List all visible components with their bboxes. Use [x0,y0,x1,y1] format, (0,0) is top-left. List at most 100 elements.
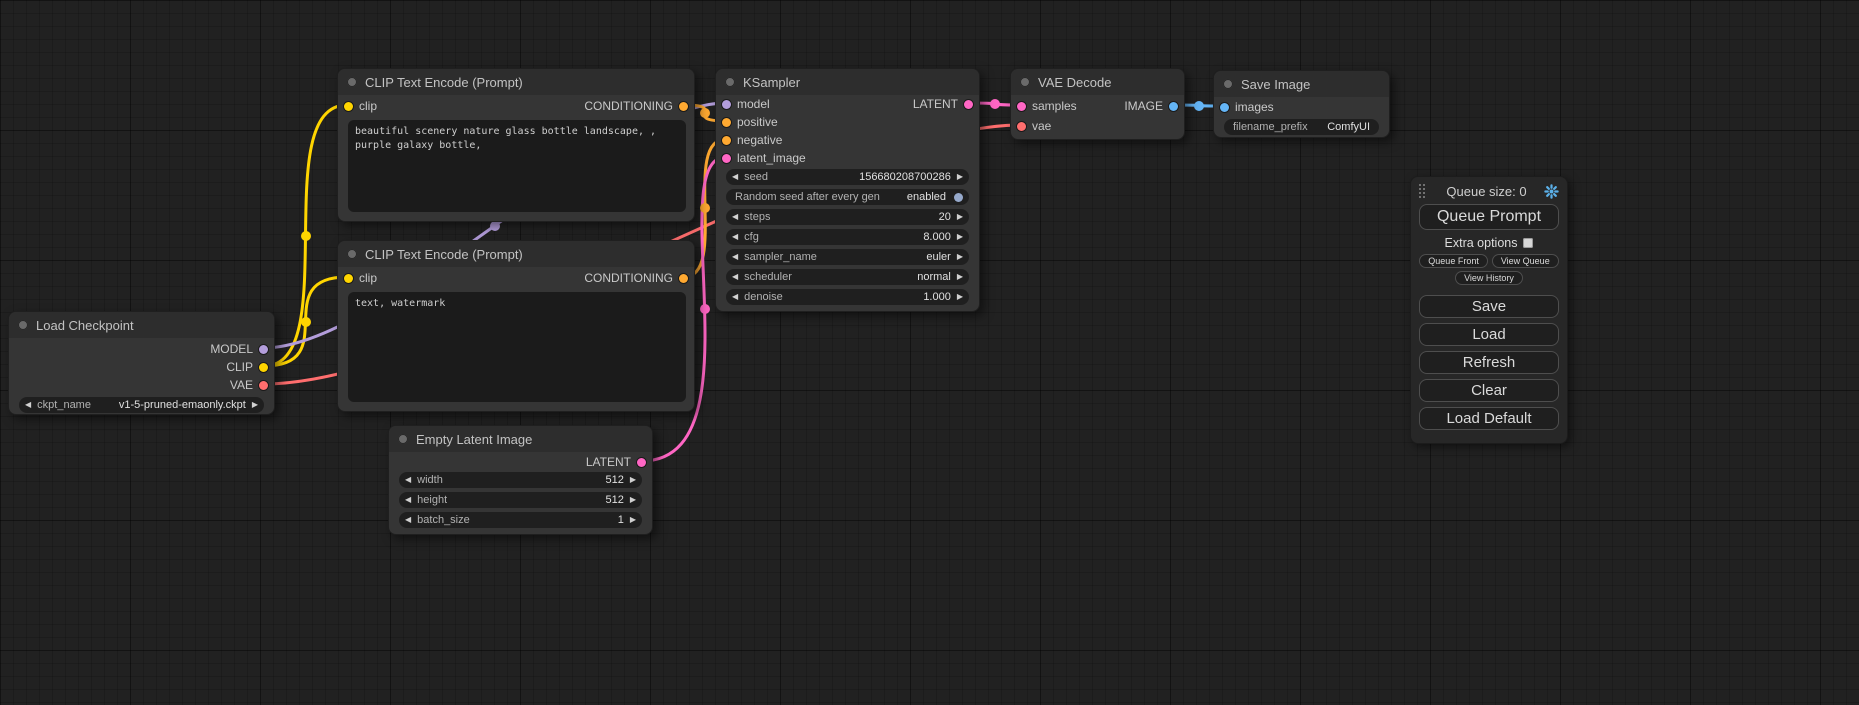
drag-handle-icon[interactable] [1419,184,1425,198]
image-slot-dot-icon[interactable] [1220,103,1229,112]
node-empty-latent-image[interactable]: Empty Latent Image LATENT ◀ width 512 ▶ … [388,425,653,535]
output-slot-conditioning[interactable]: CONDITIONING [584,271,688,285]
vae-slot-dot-icon[interactable] [1017,122,1026,131]
positive-prompt-textarea[interactable]: beautiful scenery nature glass bottle la… [348,120,686,212]
increment-arrow-icon[interactable]: ▶ [957,173,963,181]
clear-button[interactable]: Clear [1419,379,1559,402]
input-slot-model[interactable]: model [722,97,770,111]
collapse-dot-icon[interactable] [1020,77,1030,87]
collapse-dot-icon[interactable] [347,249,357,259]
decrement-arrow-icon[interactable]: ◀ [732,173,738,181]
collapse-dot-icon[interactable] [1223,79,1233,89]
output-slot-vae[interactable]: VAE [230,378,268,392]
output-slot-conditioning[interactable]: CONDITIONING [584,99,688,113]
decrement-arrow-icon[interactable]: ◀ [405,496,411,504]
increment-arrow-icon[interactable]: ▶ [957,293,963,301]
decrement-arrow-icon[interactable]: ◀ [732,233,738,241]
decrement-arrow-icon[interactable]: ◀ [732,273,738,281]
widget-width[interactable]: ◀ width 512 ▶ [399,472,642,488]
widget-sampler-name[interactable]: ◀ sampler_name euler ▶ [726,249,969,265]
view-queue-button[interactable]: View Queue [1492,254,1559,268]
conditioning-slot-dot-icon[interactable] [722,118,731,127]
increment-arrow-icon[interactable]: ▶ [630,476,636,484]
node-title-bar[interactable]: Load Checkpoint [9,312,274,338]
node-title-bar[interactable]: Save Image [1214,71,1389,97]
decrement-arrow-icon[interactable]: ◀ [405,516,411,524]
output-slot-latent[interactable]: LATENT [586,455,646,469]
latent-slot-dot-icon[interactable] [1017,102,1026,111]
vae-slot-dot-icon[interactable] [259,381,268,390]
decrement-arrow-icon[interactable]: ◀ [732,253,738,261]
extra-options-checkbox[interactable] [1523,238,1533,248]
decrement-arrow-icon[interactable]: ◀ [405,476,411,484]
node-save-image[interactable]: Save Image images filename_prefix ComfyU… [1213,70,1390,138]
collapse-dot-icon[interactable] [725,77,735,87]
widget-scheduler[interactable]: ◀ scheduler normal ▶ [726,269,969,285]
output-slot-latent[interactable]: LATENT [913,97,973,111]
node-title-bar[interactable]: Empty Latent Image [389,426,652,452]
input-slot-latent-image[interactable]: latent_image [722,151,806,165]
node-load-checkpoint[interactable]: Load Checkpoint MODEL CLIP VAE ◀ ckpt_na… [8,311,275,415]
input-slot-samples[interactable]: samples [1017,99,1077,113]
latent-slot-dot-icon[interactable] [637,458,646,467]
widget-random-seed-toggle[interactable]: Random seed after every gen enabled [726,189,969,205]
input-slot-vae[interactable]: vae [1017,119,1051,133]
node-title-bar[interactable]: VAE Decode [1011,69,1184,95]
conditioning-slot-dot-icon[interactable] [679,102,688,111]
node-title-bar[interactable]: KSampler [716,69,979,95]
node-clip-text-encode-positive[interactable]: CLIP Text Encode (Prompt) clip CONDITION… [337,68,695,222]
collapse-dot-icon[interactable] [347,77,357,87]
node-vae-decode[interactable]: VAE Decode samples IMAGE vae [1010,68,1185,140]
model-slot-dot-icon[interactable] [722,100,731,109]
increment-arrow-icon[interactable]: ▶ [252,401,258,409]
toggle-dot-icon[interactable] [954,193,963,202]
output-slot-image[interactable]: IMAGE [1124,99,1178,113]
increment-arrow-icon[interactable]: ▶ [957,253,963,261]
refresh-button[interactable]: Refresh [1419,351,1559,374]
input-slot-negative[interactable]: negative [722,133,782,147]
input-slot-images[interactable]: images [1220,100,1274,114]
decrement-arrow-icon[interactable]: ◀ [732,213,738,221]
clip-slot-dot-icon[interactable] [344,274,353,283]
widget-height[interactable]: ◀ height 512 ▶ [399,492,642,508]
queue-front-button[interactable]: Queue Front [1419,254,1488,268]
widget-steps[interactable]: ◀ steps 20 ▶ [726,209,969,225]
input-slot-positive[interactable]: positive [722,115,778,129]
decrement-arrow-icon[interactable]: ◀ [25,401,31,409]
collapse-dot-icon[interactable] [398,434,408,444]
save-button[interactable]: Save [1419,295,1559,318]
clip-slot-dot-icon[interactable] [344,102,353,111]
input-slot-clip[interactable]: clip [344,271,377,285]
settings-gear-icon[interactable] [1544,184,1559,199]
load-button[interactable]: Load [1419,323,1559,346]
menu-header[interactable]: Queue size: 0 [1419,183,1559,199]
node-clip-text-encode-negative[interactable]: CLIP Text Encode (Prompt) clip CONDITION… [337,240,695,412]
widget-filename-prefix[interactable]: filename_prefix ComfyUI [1224,119,1379,135]
model-slot-dot-icon[interactable] [259,345,268,354]
output-slot-model[interactable]: MODEL [210,342,268,356]
increment-arrow-icon[interactable]: ▶ [630,496,636,504]
node-ksampler[interactable]: KSampler model LATENT positive negative [715,68,980,312]
latent-slot-dot-icon[interactable] [964,100,973,109]
conditioning-slot-dot-icon[interactable] [679,274,688,283]
graph-canvas[interactable]: Load Checkpoint MODEL CLIP VAE ◀ ckpt_na… [0,0,1859,705]
view-history-button[interactable]: View History [1455,271,1523,285]
widget-batch-size[interactable]: ◀ batch_size 1 ▶ [399,512,642,528]
increment-arrow-icon[interactable]: ▶ [957,273,963,281]
node-title-bar[interactable]: CLIP Text Encode (Prompt) [338,241,694,267]
widget-denoise[interactable]: ◀ denoise 1.000 ▶ [726,289,969,305]
widget-ckpt-name[interactable]: ◀ ckpt_name v1-5-pruned-emaonly.ckpt ▶ [19,397,264,413]
negative-prompt-textarea[interactable]: text, watermark [348,292,686,402]
widget-cfg[interactable]: ◀ cfg 8.000 ▶ [726,229,969,245]
collapse-dot-icon[interactable] [18,320,28,330]
node-title-bar[interactable]: CLIP Text Encode (Prompt) [338,69,694,95]
load-default-button[interactable]: Load Default [1419,407,1559,430]
clip-slot-dot-icon[interactable] [259,363,268,372]
widget-seed[interactable]: ◀ seed 156680208700286 ▶ [726,169,969,185]
image-slot-dot-icon[interactable] [1169,102,1178,111]
increment-arrow-icon[interactable]: ▶ [957,213,963,221]
latent-slot-dot-icon[interactable] [722,154,731,163]
conditioning-slot-dot-icon[interactable] [722,136,731,145]
increment-arrow-icon[interactable]: ▶ [630,516,636,524]
input-slot-clip[interactable]: clip [344,99,377,113]
